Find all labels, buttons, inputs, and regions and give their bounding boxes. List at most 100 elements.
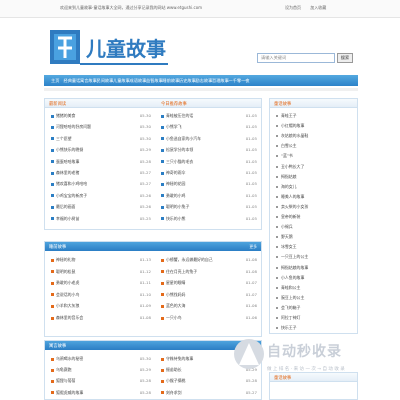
list-item-title[interactable]: 乌鸦喝水的秘密 <box>56 356 83 361</box>
sidebar-item-label[interactable]: 拇指姑娘的故事 <box>281 265 308 270</box>
list-item[interactable]: 蛋蛋哈哈故事 05-28 <box>51 159 151 167</box>
list-item-title[interactable]: 猪欢喜和小鸡哈哈 <box>56 181 87 186</box>
set-homepage-link[interactable]: 设为首页 <box>285 5 301 10</box>
sidebar-item-label[interactable]: 小人鱼的故事 <box>281 275 304 280</box>
sidebar-item-label[interactable]: 睡美人的故事 <box>281 194 304 199</box>
sidebar-item-label[interactable]: 丑小鸭长大了 <box>281 164 304 169</box>
list-item-title[interactable]: 神秘的花园 <box>166 181 185 186</box>
nav-philosophy[interactable]: 哲理故事 <box>212 78 229 84</box>
nav-fable[interactable]: 寓言故事 <box>80 78 97 84</box>
list-item-title[interactable]: 揠苗助长 <box>166 367 182 372</box>
list-item-title[interactable]: 小羊和大灰狼 <box>56 303 79 308</box>
list-item[interactable]: 蓝色的大海 01-06 <box>161 303 257 311</box>
sidebar-item[interactable]: 会飞的箱子 <box>276 305 300 313</box>
list-item-title[interactable]: 一只小鸟 <box>166 315 182 320</box>
list-item-title[interactable]: 聪明的松鼠 <box>56 269 75 274</box>
sidebar-item[interactable]: 小锡兵 <box>276 224 293 232</box>
sidebar-item-label[interactable]: 豌豆上的公主 <box>281 295 304 300</box>
list-item-title[interactable]: 森林里的音乐会 <box>56 315 83 320</box>
list-item-title[interactable]: 小鱼选自家的小汽车 <box>166 136 201 141</box>
sidebar-item[interactable]: 一只豆上的公主 <box>276 254 308 262</box>
list-item-title[interactable]: 小熊找妈妈 <box>166 292 185 297</box>
sidebar-item[interactable]: 拇指姑娘的故事 <box>276 265 308 273</box>
list-item[interactable]: 狐狸与葡萄 05-28 <box>51 378 151 386</box>
list-item[interactable]: 幸福的小树苗 05-25 <box>51 216 151 224</box>
nav-inspire[interactable]: 励志故事 <box>196 78 213 84</box>
nav-history[interactable]: 历史故事 <box>179 78 196 84</box>
sidebar-item-label[interactable]: “蓝”书 <box>281 153 293 158</box>
add-favorite-link[interactable]: 加入收藏 <box>310 5 326 10</box>
sidebar-item[interactable]: 阿拉丁神灯 <box>276 315 300 323</box>
sidebar-item[interactable]: 拇指姑娘 <box>276 174 297 182</box>
list-item[interactable]: 青蛙被压住的话 01-05 <box>161 113 257 121</box>
nav-arabian[interactable]: 一千零一夜 <box>229 78 250 84</box>
sidebar-item-label[interactable]: 海的女儿 <box>281 184 297 189</box>
list-item-title[interactable]: 勇敢的小老虎 <box>56 280 79 285</box>
nav-idiom[interactable]: 成语故事 <box>130 78 147 84</box>
search-button[interactable]: 搜索 <box>337 53 353 63</box>
list-item-title[interactable]: 乌龟赛跑 <box>56 367 72 372</box>
list-item[interactable]: 神奇的雨伞 01-05 <box>161 170 257 178</box>
list-item-title[interactable]: 神秘的礼物 <box>56 257 75 262</box>
sidebar-item[interactable]: 灰姑娘的水晶鞋 <box>276 133 308 141</box>
list-item[interactable]: 会说话的小鸟 01-10 <box>51 292 151 300</box>
sidebar-item-label[interactable]: 拇指姑娘 <box>281 174 297 179</box>
sidebar-item-label[interactable]: 青蛙王子 <box>281 113 297 118</box>
list-item-title[interactable]: 神奇的雨伞 <box>166 170 185 175</box>
sidebar-item-label[interactable]: 青蛙和公主 <box>281 285 300 290</box>
list-item-title[interactable]: 聪明的小兔子 <box>166 204 189 209</box>
sidebar-item[interactable]: 快乐王子 <box>276 325 297 333</box>
sidebar-item-label[interactable]: 冰雪女王 <box>281 244 297 249</box>
sidebar-item-label[interactable]: 一只豆上的公主 <box>281 254 308 259</box>
sidebar-item[interactable]: 海的女儿 <box>276 184 297 192</box>
list-item[interactable]: 勇敢的小鸡 01-05 <box>161 193 257 201</box>
sidebar-item-label[interactable]: 野天鹅 <box>281 234 293 239</box>
list-item[interactable]: 小熊学飞 01-05 <box>161 124 257 132</box>
sidebar-item[interactable]: 豌豆上的公主 <box>276 295 304 303</box>
list-item-title[interactable]: 松鼠学分的本领 <box>166 147 193 152</box>
list-item[interactable]: 森林里的音乐会 01-08 <box>51 315 151 323</box>
list-item[interactable]: 乌鸦喝水的秘密 05-30 <box>51 356 151 364</box>
sidebar-item[interactable]: “蓝”书 <box>276 153 293 161</box>
list-item-title[interactable]: 河狸哈哈的卧房问题 <box>56 124 91 129</box>
list-item[interactable]: 小鱼选自家的小汽车 01-05 <box>161 136 257 144</box>
list-item[interactable]: 小熊快乐的晚餐 05-29 <box>51 147 151 155</box>
list-item-title[interactable]: 星星的眼睛 <box>166 280 185 285</box>
list-item[interactable]: 森林里的老猪 05-27 <box>51 170 151 178</box>
list-item-title[interactable]: 狐假虎威的故事 <box>56 390 83 395</box>
nav-bedtime[interactable]: 睡前故事 <box>163 78 180 84</box>
list-item[interactable]: 神秘的礼物 01-13 <box>51 257 151 265</box>
list-item[interactable]: 勇敢的小老虎 01-11 <box>51 280 151 288</box>
sidebar-item-label[interactable]: 小红帽的故事 <box>281 123 304 128</box>
list-item-title[interactable]: 小螃蟹，永远做最好的自己 <box>166 257 213 262</box>
list-item[interactable]: 猪欢喜和小鸡哈哈 05-27 <box>51 181 151 189</box>
sidebar-item-label[interactable]: 卖火柴的小女孩 <box>281 204 308 209</box>
sidebar-item-label[interactable]: 白雪公主 <box>281 143 297 148</box>
sidebar-item[interactable]: 白雪公主 <box>276 143 297 151</box>
list-item-title[interactable]: 小熊学飞 <box>166 124 182 129</box>
sidebar-item[interactable]: 冰雪女王 <box>276 244 297 252</box>
list-item[interactable]: 小羊和大灰狼 01-09 <box>51 303 151 311</box>
list-item-title[interactable]: 最后的画面 <box>56 204 75 209</box>
list-item[interactable]: 聪明的小兔子 01-05 <box>161 204 257 212</box>
list-item[interactable]: 神秘的花园 01-05 <box>161 181 257 189</box>
list-item-title[interactable]: 小鸡宝宝的新房子 <box>56 193 87 198</box>
list-item[interactable]: 住在月亮上的兔子 01-08 <box>161 269 257 277</box>
sidebar-item[interactable]: 小红帽的故事 <box>276 123 304 131</box>
sidebar-item[interactable]: 皇帝的新装 <box>276 214 300 222</box>
list-item-title[interactable]: 住在月亮上的兔子 <box>166 269 197 274</box>
list-item[interactable]: 小螃蟹，永远做最好的自己 01-08 <box>161 257 257 265</box>
list-item-title[interactable]: 猪猪的美食 <box>56 113 75 118</box>
sidebar-item[interactable]: 小人鱼的故事 <box>276 275 304 283</box>
sidebar-item[interactable]: 青蛙和公主 <box>276 285 300 293</box>
list-item-title[interactable]: 幸福的小树苗 <box>56 216 79 221</box>
sidebar-item-label[interactable]: 会飞的箱子 <box>281 305 300 310</box>
list-item[interactable]: 松鼠学分的本领 01-05 <box>161 147 257 155</box>
list-item-title[interactable]: 蓝色的大海 <box>166 303 185 308</box>
sidebar-item[interactable]: 卖火柴的小女孩 <box>276 204 308 212</box>
list-item-title[interactable]: 森林里的老猪 <box>56 170 79 175</box>
list-item[interactable]: 乌龟赛跑 05-29 <box>51 367 151 375</box>
sidebar-item-label[interactable]: 阿拉丁神灯 <box>281 315 300 320</box>
list-item-title[interactable]: 三只小猫的毛衣 <box>166 159 193 164</box>
sidebar-item-label[interactable]: 快乐王子 <box>281 325 297 330</box>
